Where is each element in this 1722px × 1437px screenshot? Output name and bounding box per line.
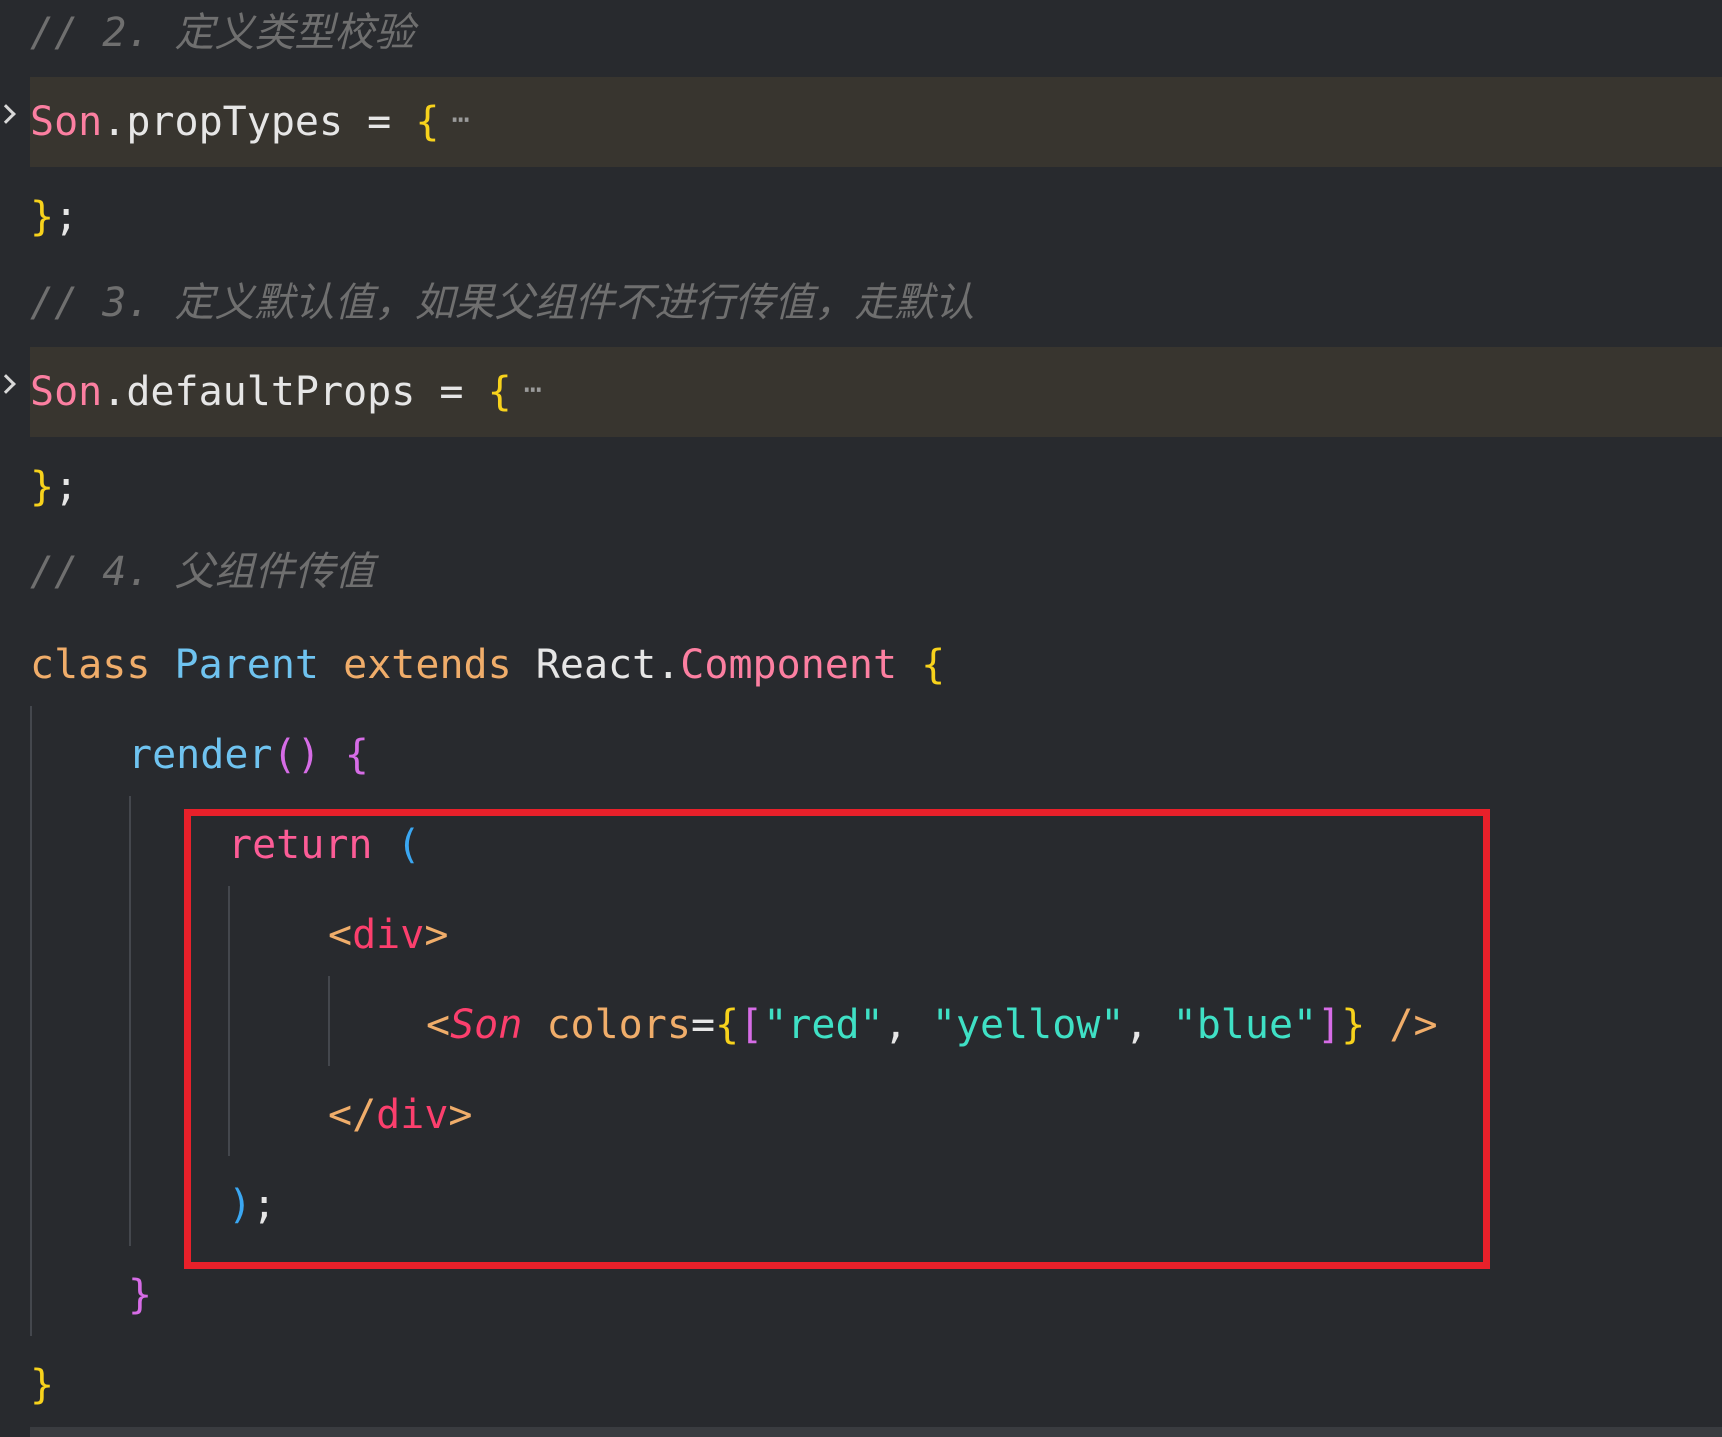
- code-line-div-open: <div>: [0, 890, 1722, 980]
- code-content: );: [228, 1160, 276, 1250]
- fold-ellipsis-icon[interactable]: ⋯: [524, 372, 542, 407]
- token-attribute: colors: [546, 1002, 691, 1048]
- token-base-object: React: [535, 642, 657, 688]
- token-bracket: [: [739, 1002, 764, 1048]
- token-tag-bracket: >: [448, 1092, 473, 1138]
- token-paren: (: [396, 822, 421, 868]
- horizontal-scrollbar[interactable]: [30, 1427, 1722, 1437]
- token-tag-name: div: [352, 912, 425, 958]
- token-tag-name: div: [376, 1092, 449, 1138]
- token-object: Son: [30, 99, 103, 145]
- token-operator: =: [415, 369, 488, 415]
- code-line-render-close: }: [0, 1250, 1722, 1340]
- token-method-name: render: [128, 732, 273, 778]
- token-tag-bracket: >: [424, 912, 449, 958]
- code-line-proptypes-folded[interactable]: Son.propTypes = { ⋯: [0, 77, 1722, 167]
- token-operator: =: [343, 99, 416, 145]
- code-content: <Son colors={["red", "yellow", "blue"]} …: [426, 980, 1438, 1070]
- code-line-comment-3: // 3. 定义默认值，如果父组件不进行传值，走默认: [0, 258, 1722, 348]
- token-string: "red": [763, 1002, 884, 1048]
- comment-text: // 3. 定义默认值，如果父组件不进行传值，走默认: [30, 280, 975, 326]
- token-brace: {: [415, 99, 440, 145]
- token-equals: =: [690, 1002, 716, 1048]
- token-tag-bracket: <: [426, 1002, 451, 1048]
- code-content: render() {: [128, 710, 369, 800]
- code-line-class-close: }: [0, 1340, 1722, 1430]
- fold-ellipsis-icon[interactable]: ⋯: [451, 102, 469, 137]
- token-property: defaultProps: [126, 369, 416, 415]
- code-line-div-close: </div>: [0, 1070, 1722, 1160]
- token-dot: .: [102, 369, 127, 415]
- code-line-comment-4: // 4. 父组件传值: [0, 527, 1722, 617]
- token-brace: }: [30, 194, 55, 240]
- token-keyword-return: return: [228, 822, 373, 868]
- token-brace: {: [715, 1002, 740, 1048]
- token-self-close: />: [1389, 1002, 1438, 1048]
- token-keyword-extends: extends: [343, 642, 512, 688]
- token-semicolon: ;: [54, 464, 79, 510]
- token-tag-bracket: <: [328, 912, 353, 958]
- token-semicolon: ;: [252, 1182, 277, 1228]
- code-editor[interactable]: // 2. 定义类型校验 Son.propTypes = {⋯ }; // 3.…: [0, 0, 1722, 1437]
- code-line-close-proptypes: };: [0, 172, 1722, 262]
- token-string: "yellow": [931, 1002, 1125, 1048]
- code-content: Son.defaultProps = { ⋯: [30, 347, 542, 437]
- indent-guide: [328, 976, 330, 1066]
- token-paren: ): [228, 1182, 253, 1228]
- token-brace: }: [30, 1362, 55, 1408]
- code-line-comment-2: // 2. 定义类型校验: [0, 0, 1722, 78]
- token-brace: {: [921, 642, 946, 688]
- indent-guide: [30, 706, 32, 1336]
- token-string: "blue": [1172, 1002, 1318, 1048]
- comment-text: // 2. 定义类型校验: [30, 10, 415, 56]
- token-brace: {: [487, 369, 512, 415]
- code-content: }: [128, 1250, 152, 1340]
- code-line-son-element: <Son colors={["red", "yellow", "blue"]} …: [0, 980, 1722, 1070]
- indent-guide: [129, 796, 131, 1246]
- code-content: };: [30, 442, 78, 532]
- token-brace: {: [344, 732, 369, 778]
- comment-text: // 4. 父组件传值: [30, 549, 375, 595]
- code-content: };: [30, 172, 78, 262]
- code-content: class Parent extends React.Component {: [30, 620, 945, 710]
- token-parens: (): [272, 732, 321, 778]
- code-line-render: render() {: [0, 710, 1722, 800]
- code-content: Son.propTypes = { ⋯: [30, 77, 470, 167]
- token-tag-bracket: </: [328, 1092, 377, 1138]
- code-content: </div>: [328, 1070, 473, 1160]
- token-object: Son: [30, 369, 103, 415]
- token-keyword-class: class: [30, 642, 151, 688]
- indent-guide: [228, 886, 230, 1156]
- token-comma: ,: [883, 1002, 932, 1048]
- token-brace: }: [30, 464, 55, 510]
- token-component-name: Son: [450, 1002, 523, 1048]
- code-line-defaultprops-folded[interactable]: Son.defaultProps = { ⋯: [0, 347, 1722, 437]
- token-property: propTypes: [126, 99, 344, 145]
- token-semicolon: ;: [54, 194, 79, 240]
- code-line-return: return (: [0, 800, 1722, 890]
- token-dot: .: [102, 99, 127, 145]
- code-content: }: [30, 1340, 54, 1430]
- token-bracket: ]: [1317, 1002, 1342, 1048]
- token-comma: ,: [1124, 1002, 1173, 1048]
- token-brace: }: [1341, 1002, 1366, 1048]
- code-content: return (: [228, 800, 421, 890]
- token-brace: }: [128, 1272, 153, 1318]
- token-class-name: Parent: [174, 642, 320, 688]
- code-line-return-close: );: [0, 1160, 1722, 1250]
- token-dot: .: [656, 642, 681, 688]
- code-line-close-defaultprops: };: [0, 442, 1722, 532]
- code-line-class-declaration: class Parent extends React.Component {: [0, 620, 1722, 710]
- code-content: <div>: [328, 890, 448, 980]
- token-base-class: Component: [680, 642, 898, 688]
